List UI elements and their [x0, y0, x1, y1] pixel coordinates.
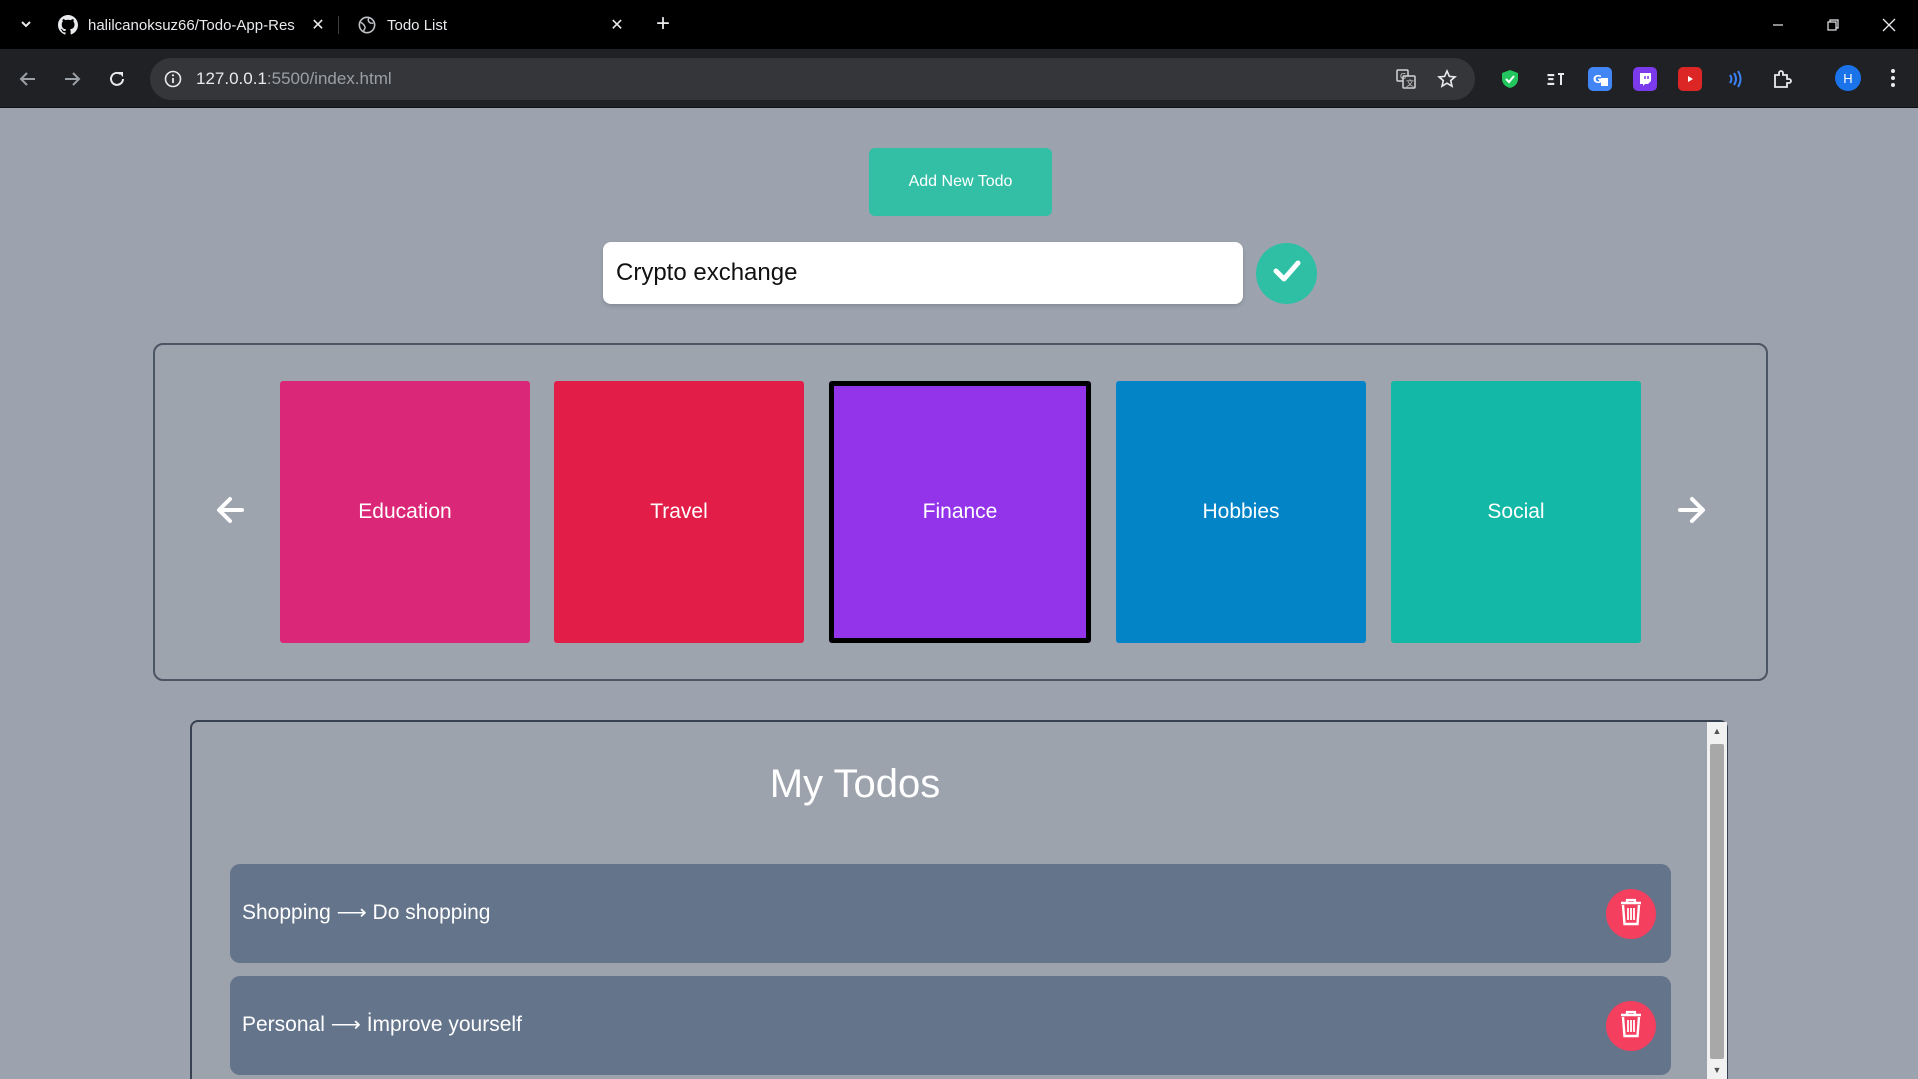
- twitch-extension-icon[interactable]: [1633, 67, 1657, 91]
- category-label: Hobbies: [1202, 500, 1280, 523]
- add-new-todo-button[interactable]: Add New Todo: [869, 148, 1052, 216]
- back-arrow-icon[interactable]: [14, 65, 42, 93]
- tab-separator: [338, 16, 339, 34]
- delete-todo-button[interactable]: [1606, 1001, 1656, 1051]
- shield-extension-icon[interactable]: [1498, 67, 1522, 91]
- todo-text: Personal ⟶ İmprove yourself: [242, 1012, 522, 1037]
- todo-input[interactable]: [603, 242, 1243, 304]
- minimize-icon[interactable]: [1763, 10, 1793, 40]
- scrollbar-thumb[interactable]: [1710, 744, 1724, 1059]
- todo-description: Do shopping: [372, 901, 491, 924]
- new-tab-plus-icon[interactable]: +: [651, 10, 675, 37]
- category-label: Travel: [650, 500, 708, 523]
- bookmark-star-icon[interactable]: [1435, 67, 1459, 91]
- tab-title: Todo List: [387, 16, 448, 34]
- restore-icon[interactable]: [1818, 10, 1848, 40]
- trash-icon: [1619, 1010, 1643, 1043]
- todo-category: Personal: [242, 1013, 325, 1036]
- profile-avatar[interactable]: H: [1835, 65, 1861, 91]
- svg-text:Ξ: Ξ: [1546, 71, 1555, 89]
- kebab-menu-icon[interactable]: [1880, 65, 1906, 91]
- github-icon: [58, 15, 78, 35]
- todo-item: Shopping ⟶ Do shopping: [230, 864, 1671, 963]
- category-label: Education: [358, 500, 452, 523]
- tab-todo-list[interactable]: Todo List ✕: [357, 8, 627, 42]
- url-text: 127.0.0.1:5500/index.html: [196, 69, 392, 89]
- url-path: :5500/index.html: [266, 69, 392, 88]
- checkmark-icon: [1270, 254, 1304, 293]
- category-education[interactable]: Education: [280, 381, 530, 643]
- svg-text:G: G: [1593, 73, 1602, 86]
- todo-text: Shopping ⟶ Do shopping: [242, 900, 490, 925]
- category-label: Social: [1487, 500, 1545, 523]
- tab-title: halilcanoksuz66/Todo-App-Res: [88, 16, 295, 34]
- carousel-prev-arrow-icon[interactable]: [210, 490, 250, 530]
- category-finance[interactable]: Finance: [829, 381, 1091, 643]
- signal-extension-icon[interactable]: [1723, 67, 1747, 91]
- category-label: Finance: [922, 500, 998, 523]
- delete-todo-button[interactable]: [1606, 889, 1656, 939]
- todo-description: İmprove yourself: [366, 1013, 522, 1036]
- svg-text:文: 文: [1406, 78, 1414, 88]
- todos-title: My Todos: [769, 762, 941, 806]
- trash-icon: [1619, 898, 1643, 931]
- close-window-icon[interactable]: [1874, 10, 1904, 40]
- globe-icon: [357, 15, 377, 35]
- forward-arrow-icon[interactable]: [58, 65, 86, 93]
- todo-category: Shopping: [242, 901, 331, 924]
- translate-icon[interactable]: G文: [1394, 67, 1418, 91]
- todo-item: Personal ⟶ İmprove yourself: [230, 976, 1671, 1075]
- google-translate-extension-icon[interactable]: G: [1588, 67, 1612, 91]
- extensions-puzzle-icon[interactable]: [1770, 67, 1794, 91]
- url-host: 127.0.0.1: [196, 69, 267, 88]
- scroll-up-arrow-icon[interactable]: ▲: [1707, 722, 1727, 740]
- address-bar[interactable]: 127.0.0.1:5500/index.html G文: [150, 58, 1475, 100]
- reload-icon[interactable]: [103, 65, 131, 93]
- arrow-icon: ⟶: [330, 1013, 361, 1036]
- confirm-button[interactable]: [1256, 243, 1317, 304]
- youtube-extension-icon[interactable]: [1678, 67, 1702, 91]
- category-hobbies[interactable]: Hobbies: [1116, 381, 1366, 643]
- close-tab-icon[interactable]: ✕: [308, 15, 328, 35]
- carousel-next-arrow-icon[interactable]: [1672, 490, 1712, 530]
- site-info-icon[interactable]: [162, 68, 184, 90]
- todos-scrollbar[interactable]: ▲ ▼: [1707, 722, 1727, 1079]
- category-travel[interactable]: Travel: [554, 381, 804, 643]
- close-tab-icon[interactable]: ✕: [607, 15, 627, 35]
- tab-github[interactable]: halilcanoksuz66/Todo-App-Res ✕: [58, 8, 328, 42]
- scroll-down-arrow-icon[interactable]: ▼: [1707, 1061, 1727, 1079]
- browser-tab-bar: halilcanoksuz66/Todo-App-Res ✕ Todo List…: [0, 0, 1918, 49]
- category-social[interactable]: Social: [1391, 381, 1641, 643]
- dictionary-extension-icon[interactable]: Ξ: [1543, 67, 1567, 91]
- arrow-icon: ⟶: [336, 901, 367, 924]
- browser-toolbar: 127.0.0.1:5500/index.html G文 Ξ G H: [0, 49, 1918, 108]
- tab-search-chevron-icon[interactable]: [14, 12, 38, 36]
